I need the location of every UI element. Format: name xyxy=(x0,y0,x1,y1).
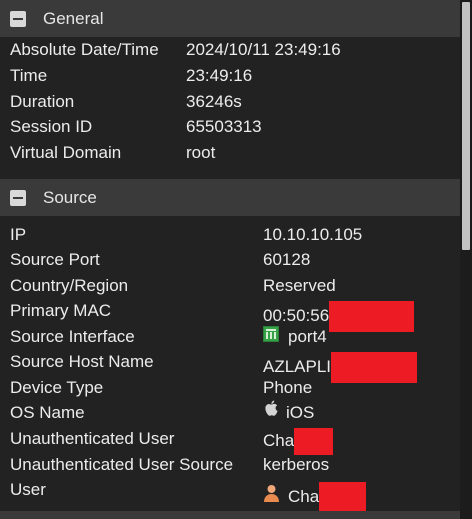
virtual-domain-label: Virtual Domain xyxy=(10,143,122,162)
collapse-source-icon[interactable] xyxy=(10,189,26,206)
session-id-value: 65503313 xyxy=(186,117,262,136)
source-section-header[interactable]: Source xyxy=(0,179,460,216)
detail-row-source-interface: Source Interface port4 xyxy=(0,324,460,349)
device-type-value: Phone xyxy=(263,378,313,397)
ip-value: 10.10.10.105 xyxy=(263,225,363,244)
unauthenticated-user-label: Unauthenticated User xyxy=(10,429,175,448)
source-interface-value-wrap: port4 xyxy=(263,324,327,349)
detail-row-virtual-domain: Virtual Domain root xyxy=(0,140,460,165)
country-region-label: Country/Region xyxy=(10,276,129,295)
absolute-date-time-label: Absolute Date/Time xyxy=(10,40,159,59)
primary-mac-label: Primary MAC xyxy=(10,301,112,320)
os-name-value: iOS xyxy=(286,403,315,422)
detail-row-source-port: Source Port 60128 xyxy=(0,247,460,272)
detail-row-duration: Duration 36246s xyxy=(0,89,460,114)
detail-row-session-id: Session ID 65503313 xyxy=(0,114,460,139)
source-interface-label: Source Interface xyxy=(10,327,135,346)
detail-row-os-name: OS Name iOS xyxy=(0,400,460,425)
source-interface-value[interactable]: port4 xyxy=(288,324,327,349)
unauthenticated-user-source-value: kerberos xyxy=(263,455,330,474)
next-section-header-edge xyxy=(0,511,460,519)
general-section-title: General xyxy=(43,8,104,28)
virtual-domain-value: root xyxy=(186,143,216,162)
source-port-value: 60128 xyxy=(263,250,311,269)
os-name-label: OS Name xyxy=(10,403,85,422)
detail-row-user: User Cha xyxy=(0,477,460,516)
unauthenticated-user-value: Cha xyxy=(263,431,295,450)
user-value[interactable]: Cha xyxy=(288,484,319,509)
duration-value: 36246s xyxy=(186,92,242,111)
user-label: User xyxy=(10,480,46,499)
detail-row-time: Time 23:49:16 xyxy=(0,63,460,88)
absolute-date-time-value: 2024/10/11 23:49:16 xyxy=(186,40,341,59)
detail-row-unauthenticated-user: Unauthenticated User Cha xyxy=(0,426,460,455)
apple-icon xyxy=(263,400,279,425)
duration-label: Duration xyxy=(10,92,75,111)
source-host-name-label: Source Host Name xyxy=(10,352,154,371)
vertical-scrollbar[interactable] xyxy=(460,0,472,519)
scrollbar-thumb[interactable] xyxy=(462,2,470,250)
os-name-value-wrap: iOS xyxy=(263,400,314,425)
time-label: Time xyxy=(10,66,48,85)
time-value: 23:49:16 xyxy=(186,66,253,85)
source-port-label: Source Port xyxy=(10,250,100,269)
country-region-value: Reserved xyxy=(263,276,336,295)
detail-row-device-type: Device Type Phone xyxy=(0,375,460,400)
collapse-general-icon[interactable] xyxy=(10,10,26,27)
session-id-label: Session ID xyxy=(10,117,93,136)
detail-row-ip: IP 10.10.10.105 xyxy=(0,222,460,247)
ip-label: IP xyxy=(10,225,27,244)
source-section-title: Source xyxy=(43,187,97,207)
unauthenticated-user-source-label: Unauthenticated User Source xyxy=(10,455,234,474)
network-port-icon xyxy=(263,324,279,349)
user-icon xyxy=(263,484,280,509)
redaction-box xyxy=(294,428,334,455)
general-section-header[interactable]: General xyxy=(0,0,460,37)
detail-row-absolute-date-time: Absolute Date/Time 2024/10/11 23:49:16 xyxy=(0,37,460,62)
detail-row-source-host-name: Source Host Name AZLAPLI xyxy=(0,349,460,383)
detail-row-country-region: Country/Region Reserved xyxy=(0,273,460,298)
detail-row-unauthenticated-user-source: Unauthenticated User Source kerberos xyxy=(0,452,460,477)
detail-row-primary-mac: Primary MAC 00:50:56 xyxy=(0,298,460,332)
unauthenticated-user-value-wrap: Cha xyxy=(263,426,334,455)
device-type-label: Device Type xyxy=(10,378,104,397)
